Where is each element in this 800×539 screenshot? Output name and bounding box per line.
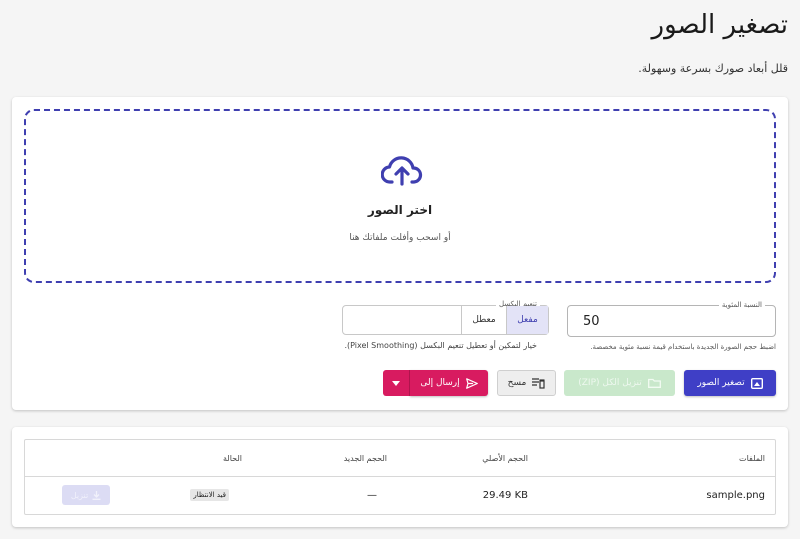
- percentage-field[interactable]: النسبة المئوية 50: [567, 300, 776, 337]
- page-subtitle: قلل أبعاد صورك بسرعة وسهولة.: [638, 62, 788, 75]
- file-name: sample.png: [706, 490, 765, 501]
- smoothing-help: خيار لتمكين أو تعطيل تنعيم البكسل (Pixel…: [344, 341, 537, 350]
- new-size: —: [367, 490, 377, 501]
- clear-list-icon: [532, 377, 545, 389]
- send-to-label: إرسال إلى: [420, 378, 460, 388]
- smoothing-off-toggle[interactable]: معطل: [461, 306, 506, 334]
- files-table: الملفات الحجم الأصلي الحجم الجديد الحالة…: [24, 439, 776, 515]
- table-header: الملفات الحجم الأصلي الحجم الجديد الحالة: [25, 440, 775, 477]
- send-to-dropdown-button[interactable]: [383, 370, 410, 396]
- page-title: تصغير الصور: [651, 10, 788, 40]
- clear-button[interactable]: مسح: [497, 370, 556, 396]
- dropzone-hint: أو اسحب وأفلت ملفاتك هنا: [349, 233, 451, 243]
- column-header-status: الحالة: [223, 454, 242, 463]
- column-header-original-size: الحجم الأصلي: [482, 454, 528, 463]
- percentage-label: النسبة المئوية: [718, 300, 765, 310]
- download-button[interactable]: تنزيل: [62, 485, 110, 505]
- dropzone-title: اختر الصور: [367, 203, 433, 217]
- column-header-new-size: الحجم الجديد: [343, 454, 387, 463]
- percentage-input[interactable]: 50: [583, 314, 600, 329]
- status-badge: قيد الانتظار: [190, 489, 229, 501]
- column-header-files: الملفات: [739, 454, 765, 463]
- send-to-button[interactable]: إرسال إلى: [410, 370, 488, 396]
- original-size: 29.49 KB: [482, 490, 528, 501]
- resize-images-label: تصغير الصور: [697, 378, 745, 388]
- percentage-help: اضبط حجم الصورة الجديدة باستخدام قيمة نس…: [590, 343, 776, 351]
- download-icon: [92, 490, 101, 500]
- download-zip-button[interactable]: تنزيل الكل (ZIP): [564, 370, 675, 396]
- files-panel: الملفات الحجم الأصلي الحجم الجديد الحالة…: [12, 427, 788, 527]
- folder-icon: [647, 378, 661, 388]
- clear-label: مسح: [507, 378, 527, 388]
- smoothing-on-toggle[interactable]: مفعل: [506, 306, 548, 334]
- cloud-upload-icon: [381, 156, 423, 186]
- download-zip-label: تنزيل الكل (ZIP): [578, 378, 642, 388]
- send-icon: [465, 377, 478, 389]
- arrow-drop-down-icon: [392, 380, 400, 386]
- resize-images-button[interactable]: تصغير الصور: [684, 370, 776, 396]
- resize-panel: اختر الصور أو اسحب وأفلت ملفاتك هنا النس…: [12, 97, 788, 410]
- file-dropzone[interactable]: اختر الصور أو اسحب وأفلت ملفاتك هنا: [24, 109, 776, 283]
- photo-size-icon: [750, 377, 763, 389]
- smoothing-toggle-group: تنعيم البكسل مفعل معطل: [342, 299, 549, 335]
- download-label: تنزيل: [70, 490, 89, 500]
